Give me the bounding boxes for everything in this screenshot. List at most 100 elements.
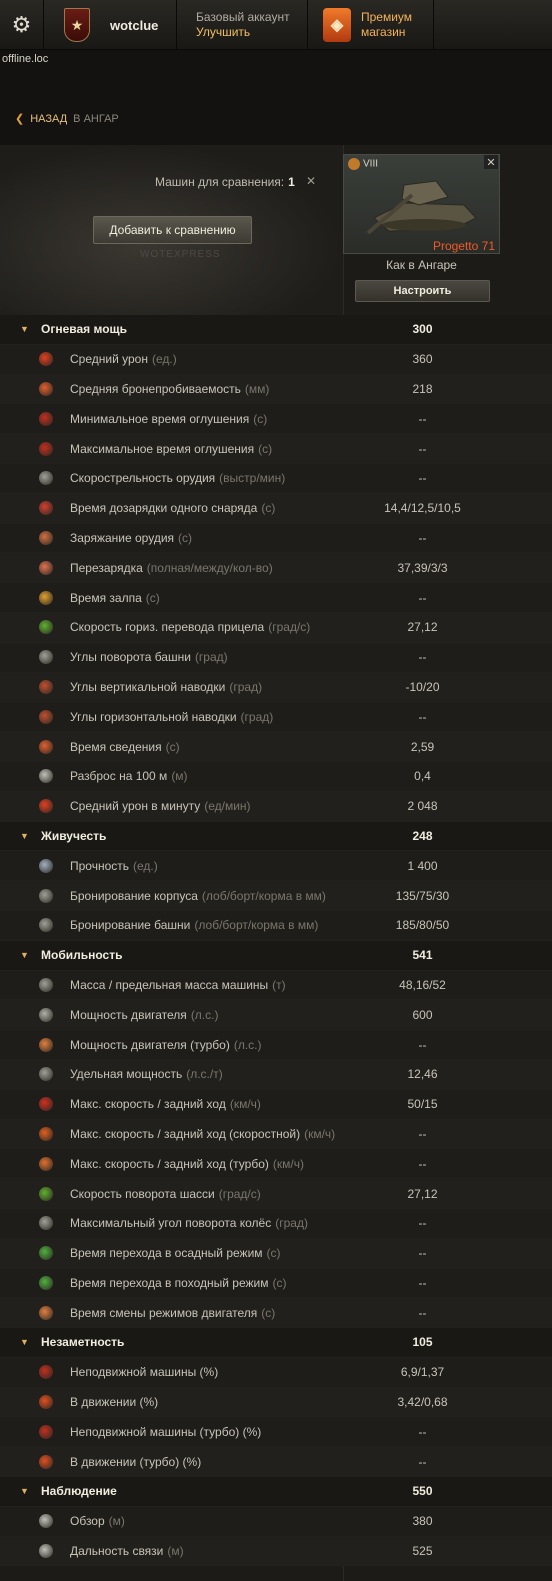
category-row[interactable]: ▼ Незаметность 105 — [0, 1328, 552, 1358]
horizontal-angles-icon — [36, 707, 56, 727]
category-row[interactable]: ▼ Мобильность 541 — [0, 940, 552, 971]
stat-value: 2 048 — [407, 799, 438, 814]
reload-icon — [36, 558, 56, 578]
stat-name: Время смены режимов двигателя (с) — [70, 1305, 276, 1320]
compare-header: Машин для сравнения: 1 ✕ Добавить к сравн… — [0, 145, 343, 315]
stat-row: Время перехода в походный режим (с) -- — [0, 1268, 552, 1299]
wheel-angle-icon — [36, 1213, 56, 1233]
category-value: 300 — [412, 322, 433, 337]
stat-unit: (с) — [261, 1305, 276, 1320]
stat-unit: (полная/между/кол-во) — [146, 560, 273, 575]
stat-row: Время смены режимов двигателя (с) -- — [0, 1298, 552, 1329]
stat-row: Средний урон в минуту (ед/мин) 2 048 — [0, 791, 552, 822]
stat-value: 6,9/1,37 — [400, 1365, 445, 1380]
chevron-down-icon[interactable]: ▼ — [20, 831, 29, 841]
stat-name: Максимальный угол поворота колёс (град) — [70, 1216, 308, 1231]
category-row[interactable]: ▼ Живучесть 248 — [0, 821, 552, 852]
stat-unit: (ед.) — [151, 352, 177, 367]
traverse-icon — [36, 617, 56, 637]
stat-name: Удельная мощность (л.с./т) — [70, 1067, 223, 1082]
stat-row: Дальность связи (м) 525 — [0, 1536, 552, 1567]
stat-row: Скорострельность орудия (выстр/мин) -- — [0, 463, 552, 494]
rate-of-fire-icon — [36, 468, 56, 488]
stat-row: Углы поворота башни (град) -- — [0, 642, 552, 673]
clear-compare-button[interactable]: ✕ — [301, 171, 321, 191]
configure-button[interactable]: Настроить — [355, 280, 490, 302]
stat-row: Углы горизонтальной наводки (град) -- — [0, 702, 552, 733]
stat-name: Неподвижной машины (%) — [70, 1365, 219, 1380]
stat-name: Средний урон в минуту (ед/мин) — [70, 799, 251, 814]
stat-unit: (град) — [240, 709, 274, 724]
stat-row: Разброс на 100 м (м) 0,4 — [0, 761, 552, 792]
dispersion-icon — [36, 766, 56, 786]
stat-row: Неподвижной машины (турбо) (%) -- — [0, 1417, 552, 1448]
stat-value: -- — [418, 471, 427, 486]
chevron-down-icon[interactable]: ▼ — [20, 324, 29, 334]
stat-name: Разброс на 100 м (м) — [70, 769, 188, 784]
tank-name: Progetto 71 — [432, 239, 495, 253]
stat-name: Время перехода в походный режим (с) — [70, 1275, 287, 1290]
account-block[interactable]: ★ wotclue — [45, 0, 177, 50]
stat-name: Неподвижной машины (турбо) (%) — [70, 1424, 262, 1439]
stat-row: Заряжание орудия (с) -- — [0, 523, 552, 554]
account-type-block[interactable]: Базовый аккаунт Улучшить — [178, 0, 308, 50]
stat-name: Дальность связи (м) — [70, 1544, 184, 1559]
tank-type-icon — [348, 158, 360, 170]
stat-row: Масса / предельная масса машины (т) 48,16/… — [0, 970, 552, 1001]
back-nav[interactable]: ❮ НАЗАД В АНГАР — [15, 112, 119, 125]
shopping-bag-icon: ◈ — [323, 8, 351, 42]
stat-row: Минимальное время оглушения (с) -- — [0, 404, 552, 435]
stat-value: 135/75/30 — [395, 888, 450, 903]
category-name: Наблюдение — [41, 1484, 117, 1499]
category-row[interactable]: ▼ Наблюдение 550 — [0, 1477, 552, 1507]
stat-name: В движении (турбо) (%) — [70, 1454, 202, 1469]
tank-card[interactable]: VIII Progetto 71 — [343, 154, 500, 254]
upgrade-link[interactable]: Улучшить — [196, 25, 307, 40]
stat-value: 27,12 — [407, 620, 438, 635]
stat-row: Скорость поворота шасси (град/с) 27,12 — [0, 1179, 552, 1209]
settings-gear-icon[interactable]: ⚙ — [0, 0, 44, 50]
stat-row: В движении (турбо) (%) -- — [0, 1447, 552, 1478]
stat-name: Скорость гориз. перевода прицела (град/с) — [70, 620, 311, 635]
shell-reload-icon — [36, 498, 56, 518]
chevron-down-icon[interactable]: ▼ — [20, 1486, 29, 1496]
stat-value: 218 — [412, 381, 433, 396]
stat-value: -- — [418, 1305, 427, 1320]
chevron-down-icon[interactable]: ▼ — [20, 1337, 29, 1347]
stat-name: Время сведения (с) — [70, 739, 180, 754]
stat-row: Время залпа (с) -- — [0, 583, 552, 613]
engine-mode-icon — [36, 1303, 56, 1323]
stat-row: Максимальный угол поворота колёс (град) -- — [0, 1208, 552, 1239]
premium-shop-button[interactable]: ◈ Премиум магазин — [309, 0, 434, 50]
stat-row: Мощность двигателя (л.с.) 600 — [0, 1000, 552, 1031]
engine-turbo-icon — [36, 1035, 56, 1055]
stat-value: 3,42/0,68 — [397, 1395, 448, 1410]
salvo-icon — [36, 588, 56, 608]
category-row[interactable]: ▼ Огневая мощь 300 — [0, 315, 552, 345]
category-value: 550 — [412, 1484, 433, 1499]
speed-icon — [36, 1094, 56, 1114]
server-name: offline.loc — [2, 53, 49, 65]
stat-value: 360 — [412, 352, 433, 367]
add-to-compare-button[interactable]: Добавить к сравнению — [93, 216, 252, 244]
stat-row: Макс. скорость / задний ход (скоростной)… — [0, 1119, 552, 1150]
stun-min-icon — [36, 409, 56, 429]
specific-power-icon — [36, 1064, 56, 1084]
turret-angles-icon — [36, 647, 56, 667]
chevron-down-icon[interactable]: ▼ — [20, 950, 29, 960]
stat-value: -- — [418, 1275, 427, 1290]
stat-row: Скорость гориз. перевода прицела (град/с)… — [0, 612, 552, 643]
stat-unit: (л.с./т) — [186, 1067, 223, 1082]
stat-row: Обзор (м) 380 — [0, 1506, 552, 1537]
back-button[interactable]: НАЗАД — [30, 113, 67, 125]
stat-unit: (град) — [275, 1216, 308, 1231]
stat-value: -- — [418, 709, 427, 724]
loading-icon — [36, 528, 56, 548]
username: wotclue — [110, 18, 159, 33]
stat-name: Скорострельность орудия (выстр/мин) — [70, 471, 286, 486]
stat-name: Бронирование корпуса (лоб/борт/корма в мм… — [70, 888, 326, 903]
stat-row: Макс. скорость / задний ход (км/ч) 50/15 — [0, 1089, 552, 1120]
remove-tank-button[interactable]: ✕ — [484, 155, 498, 169]
stat-row: Мощность двигателя (турбо) (л.с.) -- — [0, 1030, 552, 1060]
stat-row: Время перехода в осадный режим (с) -- — [0, 1238, 552, 1269]
